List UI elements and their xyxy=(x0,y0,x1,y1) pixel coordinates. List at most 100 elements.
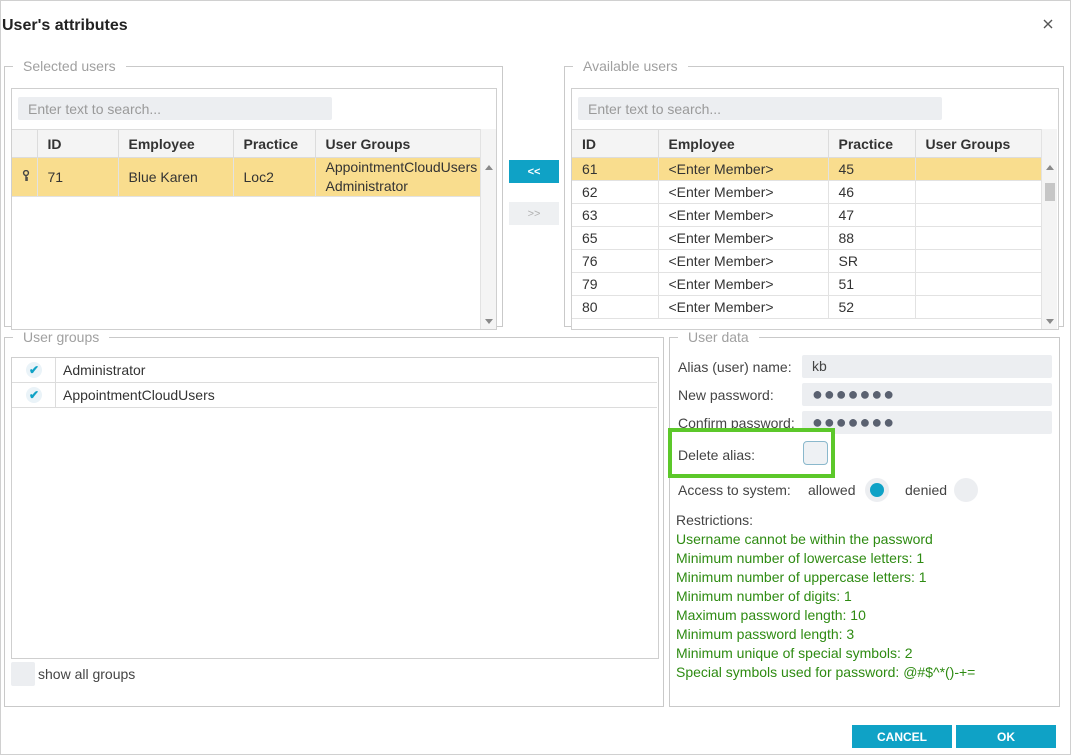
delete-alias-checkbox[interactable] xyxy=(803,441,828,465)
cell-user-groups: AppointmentCloudUsers Administrator xyxy=(315,157,481,197)
table-row[interactable]: 80 <Enter Member> 52 xyxy=(572,295,1042,319)
cell-practice: 51 xyxy=(828,272,916,296)
access-label: Access to system: xyxy=(678,482,791,498)
restriction-item: Maximum password length: 10 xyxy=(676,607,866,623)
cell-id: 65 xyxy=(572,226,659,250)
cell-id: 63 xyxy=(572,203,659,227)
user-groups-group: User groups ✔ Administrator ✔ Appointmen… xyxy=(4,330,664,707)
new-password-input[interactable]: ●●●●●●● xyxy=(802,383,1052,406)
available-users-panel: ID Employee Practice User Groups 61 <Ent… xyxy=(571,88,1059,330)
cell-practice: 46 xyxy=(828,180,916,204)
user-data-legend: User data xyxy=(688,329,749,345)
cell-employee: <Enter Member> xyxy=(658,226,829,250)
list-item[interactable]: ✔ AppointmentCloudUsers xyxy=(12,383,657,408)
remove-user-button[interactable]: >> xyxy=(509,202,559,225)
restrictions-label: Restrictions: xyxy=(676,512,754,528)
restriction-item: Minimum unique of special symbols: 2 xyxy=(676,645,913,661)
show-all-groups-checkbox[interactable] xyxy=(11,662,35,686)
cell-user-groups xyxy=(915,272,1042,296)
ok-button[interactable]: OK xyxy=(956,725,1056,748)
column-header-practice[interactable]: Practice xyxy=(828,129,916,158)
cell-user-groups xyxy=(915,203,1042,227)
selected-users-search-input[interactable] xyxy=(18,97,332,120)
alias-input[interactable]: kb xyxy=(802,355,1052,378)
available-users-scrollbar[interactable] xyxy=(1041,129,1057,329)
list-item[interactable]: ✔ Administrator xyxy=(12,358,657,383)
table-row[interactable]: 76 <Enter Member> SR xyxy=(572,249,1042,273)
column-header-id[interactable]: ID xyxy=(572,129,659,158)
cell-user-groups xyxy=(915,157,1042,181)
scroll-up-icon[interactable] xyxy=(485,165,493,170)
scroll-thumb[interactable] xyxy=(1045,183,1055,201)
show-all-groups-label: show all groups xyxy=(38,666,136,682)
scroll-up-icon[interactable] xyxy=(1046,165,1054,170)
restriction-item: Minimum number of uppercase letters: 1 xyxy=(676,569,927,585)
scroll-down-icon[interactable] xyxy=(485,319,493,324)
cell-employee: <Enter Member> xyxy=(658,203,829,227)
cell-employee: <Enter Member> xyxy=(658,295,829,319)
user-groups-legend: User groups xyxy=(23,329,100,345)
column-header-id[interactable]: ID xyxy=(37,129,119,158)
cell-user-groups xyxy=(915,180,1042,204)
column-header-user-groups[interactable]: User Groups xyxy=(315,129,481,158)
column-header-employee[interactable]: Employee xyxy=(658,129,829,158)
table-row[interactable]: 65 <Enter Member> 88 xyxy=(572,226,1042,250)
key-icon xyxy=(12,157,38,197)
scroll-down-icon[interactable] xyxy=(1046,319,1054,324)
selected-users-scrollbar[interactable] xyxy=(480,129,496,329)
column-header-practice[interactable]: Practice xyxy=(233,129,316,158)
group-checkbox[interactable]: ✔ xyxy=(12,358,56,382)
table-row[interactable]: 63 <Enter Member> 47 xyxy=(572,203,1042,227)
cell-practice: Loc2 xyxy=(233,157,316,197)
cell-employee: <Enter Member> xyxy=(658,157,829,181)
available-users-legend: Available users xyxy=(583,58,678,74)
restriction-item: Special symbols used for password: @#$^*… xyxy=(676,664,976,680)
column-header-employee[interactable]: Employee xyxy=(118,129,234,158)
restriction-item: Minimum number of digits: 1 xyxy=(676,588,852,604)
alias-label: Alias (user) name: xyxy=(678,359,792,375)
cell-id: 62 xyxy=(572,180,659,204)
cell-id: 76 xyxy=(572,249,659,273)
available-users-search-input[interactable] xyxy=(578,97,942,120)
confirm-password-input[interactable]: ●●●●●●● xyxy=(802,411,1052,434)
cell-practice: 52 xyxy=(828,295,916,319)
cell-id: 71 xyxy=(37,157,119,197)
cancel-button[interactable]: CANCEL xyxy=(852,725,952,748)
restriction-item: Minimum password length: 3 xyxy=(676,626,855,642)
denied-radio[interactable] xyxy=(954,478,978,502)
delete-alias-label: Delete alias: xyxy=(678,447,756,463)
cell-practice: 47 xyxy=(828,203,916,227)
row-indicator-header xyxy=(12,129,38,158)
table-row[interactable]: 61 <Enter Member> 45 xyxy=(572,157,1042,181)
table-row[interactable]: 62 <Enter Member> 46 xyxy=(572,180,1042,204)
cell-id: 61 xyxy=(572,157,659,181)
table-row[interactable]: 71 Blue Karen Loc2 AppointmentCloudUsers… xyxy=(12,157,481,197)
cell-practice: 88 xyxy=(828,226,916,250)
users-attributes-dialog: User's attributes Selected users ID Empl… xyxy=(0,0,1071,755)
cell-user-groups xyxy=(915,295,1042,319)
check-icon: ✔ xyxy=(26,387,42,403)
selected-users-legend: Selected users xyxy=(23,58,116,74)
cell-id: 79 xyxy=(572,272,659,296)
group-checkbox[interactable]: ✔ xyxy=(12,383,56,407)
allowed-radio[interactable] xyxy=(865,478,889,502)
cell-id: 80 xyxy=(572,295,659,319)
denied-label: denied xyxy=(905,482,948,498)
cell-user-groups-line2: Administrator xyxy=(325,178,408,194)
cell-employee: <Enter Member> xyxy=(658,180,829,204)
restriction-item: Minimum number of lowercase letters: 1 xyxy=(676,550,925,566)
add-user-button[interactable]: << xyxy=(509,160,559,183)
delete-alias-highlight: Delete alias: xyxy=(668,428,835,478)
table-row[interactable]: 79 <Enter Member> 51 xyxy=(572,272,1042,296)
column-header-user-groups[interactable]: User Groups xyxy=(915,129,1042,158)
new-password-label: New password: xyxy=(678,387,774,403)
cell-user-groups xyxy=(915,249,1042,273)
close-icon[interactable] xyxy=(1041,17,1055,31)
cell-employee: <Enter Member> xyxy=(658,272,829,296)
cell-practice: SR xyxy=(828,249,916,273)
cell-employee: Blue Karen xyxy=(118,157,234,197)
available-users-group: Available users ID Employee Practice Use… xyxy=(564,58,1064,330)
cell-user-groups-line1: AppointmentCloudUsers xyxy=(325,159,478,175)
allowed-label: allowed xyxy=(808,482,856,498)
cell-practice: 45 xyxy=(828,157,916,181)
